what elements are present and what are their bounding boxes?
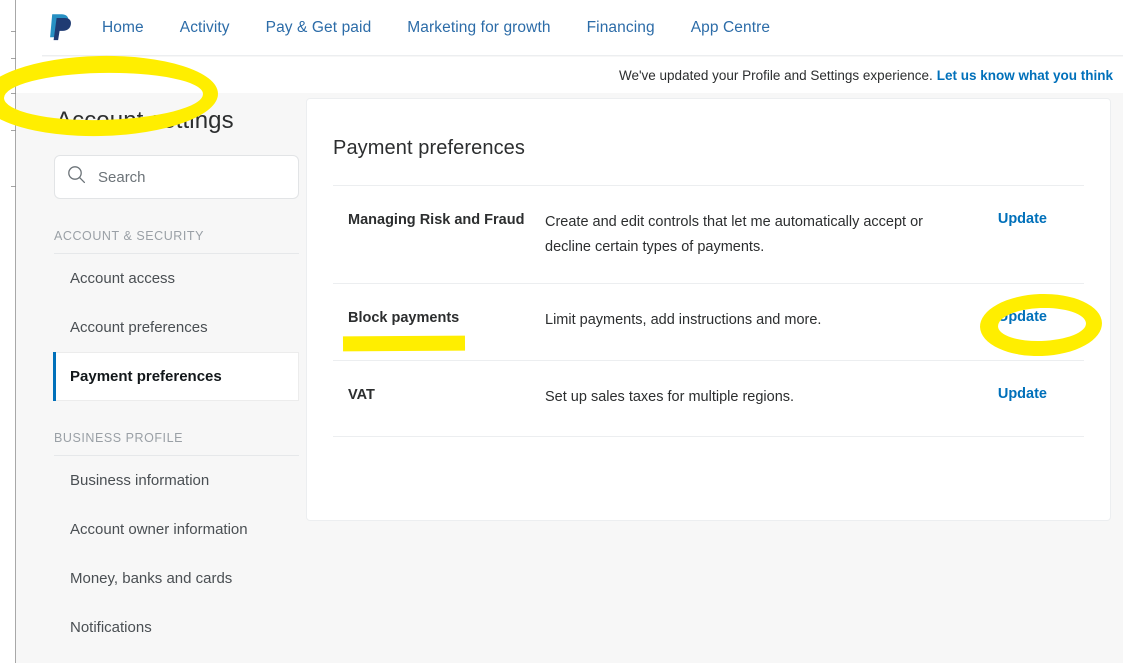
paypal-logo[interactable] <box>48 12 74 42</box>
sidebar-section-label-business-profile: BUSINESS PROFILE <box>54 431 183 445</box>
nav-pay-get-paid[interactable]: Pay & Get paid <box>266 19 372 37</box>
notice-text: We've updated your Profile and Settings … <box>618 67 933 83</box>
sidebar-item-label: Business information <box>70 472 210 489</box>
table-row: VAT Set up sales taxes for multiple regi… <box>333 360 1084 437</box>
pref-name-vat: VAT <box>348 387 375 403</box>
pref-action-cell: Update <box>945 210 1055 228</box>
sidebar-item-account-access[interactable]: Account access <box>54 254 299 303</box>
table-row: Managing Risk and Fraud Create and edit … <box>333 185 1084 283</box>
pref-description: Create and edit controls that let me aut… <box>545 214 923 255</box>
pref-name-block-payments: Block payments <box>348 310 460 326</box>
edge-tick-mark <box>11 58 16 59</box>
search-box[interactable] <box>54 155 299 199</box>
sidebar-item-account-preferences[interactable]: Account preferences <box>54 303 299 352</box>
search-icon <box>67 165 86 189</box>
table-row: Block payments Limit payments, add instr… <box>333 283 1084 360</box>
update-link-managing-risk-and-fraud[interactable]: Update <box>998 211 1047 227</box>
pref-description: Set up sales taxes for multiple regions. <box>545 389 795 405</box>
search-input[interactable] <box>98 168 286 186</box>
card-title: Payment preferences <box>333 137 525 159</box>
sidebar-item-label: Notifications <box>70 619 152 636</box>
sidebar-item-label: Account access <box>70 270 176 287</box>
nav-activity[interactable]: Activity <box>180 19 230 37</box>
preferences-list: Managing Risk and Fraud Create and edit … <box>307 185 1110 437</box>
notice-feedback-link[interactable]: Let us know what you think <box>937 68 1113 83</box>
payment-preferences-card: Payment preferences Managing Risk and Fr… <box>306 98 1111 521</box>
top-navigation-bar: Home Activity Pay & Get paid Marketing f… <box>42 0 1123 56</box>
experience-update-notice: We've updated your Profile and Settings … <box>42 57 1123 93</box>
update-link-block-payments[interactable]: Update <box>998 309 1047 325</box>
nav-app-centre[interactable]: App Centre <box>691 19 770 37</box>
nav-financing[interactable]: Financing <box>587 19 655 37</box>
screen: Home Activity Pay & Get paid Marketing f… <box>0 0 1123 663</box>
sidebar-item-label: Account owner information <box>70 521 248 538</box>
pref-action-cell: Update <box>945 308 1055 326</box>
sidebar-item-business-information[interactable]: Business information <box>54 456 299 505</box>
page-title: Account settings <box>56 107 234 134</box>
page-body: Account settings ACCOUNT & SECURITY Acco… <box>16 93 1123 663</box>
pref-description: Limit payments, add instructions and mor… <box>545 312 822 328</box>
sidebar-item-account-owner-information[interactable]: Account owner information <box>54 505 299 554</box>
sidebar-item-label: Money, banks and cards <box>70 570 233 587</box>
sidebar-item-label: Account preferences <box>70 319 208 336</box>
pref-action-cell: Update <box>945 385 1055 403</box>
nav-marketing-for-growth[interactable]: Marketing for growth <box>407 19 550 37</box>
window-left-margin <box>0 0 15 663</box>
account-settings-sidebar: Account settings ACCOUNT & SECURITY Acco… <box>36 93 304 652</box>
edge-tick-mark <box>11 31 16 32</box>
sidebar-section-label-account-security: ACCOUNT & SECURITY <box>54 229 204 243</box>
nav-home[interactable]: Home <box>102 19 144 37</box>
sidebar-item-payment-preferences[interactable]: Payment preferences <box>53 352 299 401</box>
update-link-vat[interactable]: Update <box>998 386 1047 402</box>
sidebar-item-label: Payment preferences <box>70 368 222 385</box>
pref-name-managing-risk-and-fraud: Managing Risk and Fraud <box>348 212 525 228</box>
sidebar-item-money-banks-and-cards[interactable]: Money, banks and cards <box>54 554 299 603</box>
sidebar-item-notifications[interactable]: Notifications <box>54 603 299 652</box>
